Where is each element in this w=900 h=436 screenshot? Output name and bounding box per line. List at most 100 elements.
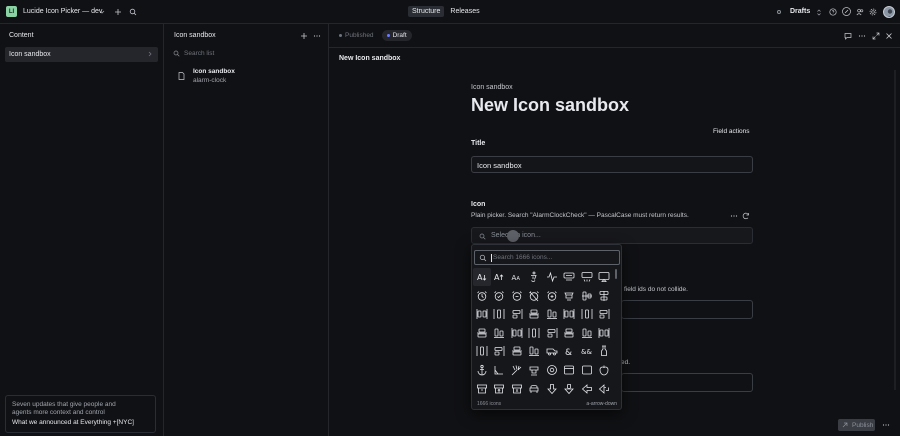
a-large-small-icon[interactable]: AA — [508, 268, 526, 286]
title-field[interactable]: Icon sandbox — [471, 156, 753, 173]
armchair-icon[interactable] — [543, 380, 561, 398]
app-window-mac-icon[interactable] — [596, 361, 614, 379]
close-icon[interactable] — [885, 32, 893, 40]
tab-releases[interactable]: Releases — [446, 6, 483, 17]
ampersands-icon[interactable]: && — [578, 342, 596, 360]
align-start-horizontal-icon[interactable] — [508, 324, 526, 342]
amphora-icon[interactable] — [596, 342, 614, 360]
arrow-big-down-icon[interactable] — [561, 380, 579, 398]
icon-search-input[interactable]: Search 1666 icons... — [474, 250, 620, 265]
publish-button[interactable]: Publish — [838, 419, 875, 431]
editor-scrollbar[interactable] — [894, 70, 896, 390]
plus-icon[interactable] — [114, 8, 122, 16]
align-center-vertical-icon[interactable] — [596, 287, 614, 305]
ambulance-icon[interactable] — [543, 342, 561, 360]
aperture-icon[interactable] — [561, 361, 579, 379]
announcement-card[interactable]: Seven updates that give people and agent… — [5, 395, 156, 433]
anvil-icon[interactable] — [543, 361, 561, 379]
partial-description: ed. — [621, 359, 631, 366]
field-actions-button[interactable]: Field actions — [713, 128, 750, 135]
align-horizontal-justify-start-icon[interactable] — [596, 305, 614, 323]
alarm-clock-icon[interactable] — [596, 268, 614, 286]
settings-icon[interactable] — [869, 8, 877, 16]
align-horizontal-justify-end-icon[interactable] — [578, 305, 596, 323]
accessibility-icon[interactable] — [526, 268, 544, 286]
arrow-big-left-icon[interactable] — [596, 380, 614, 398]
album-icon[interactable] — [561, 287, 579, 305]
more-horizontal-icon[interactable] — [730, 212, 738, 220]
app-window-icon[interactable] — [578, 361, 596, 379]
align-horizontal-space-around-icon[interactable] — [473, 324, 491, 342]
activity-icon[interactable] — [543, 268, 561, 286]
align-horizontal-space-between-icon[interactable] — [491, 324, 509, 342]
search-icon — [173, 50, 180, 57]
svg-text:A: A — [494, 273, 500, 282]
angry-icon[interactable] — [491, 361, 509, 379]
align-end-vertical-icon[interactable] — [491, 305, 509, 323]
align-vertical-justify-start-icon[interactable] — [491, 342, 509, 360]
a-arrow-down-icon[interactable]: A — [473, 268, 491, 286]
search-icon[interactable] — [129, 8, 137, 16]
align-center-horizontal-icon[interactable] — [578, 287, 596, 305]
align-vertical-distribute-end-icon[interactable] — [561, 324, 579, 342]
align-vertical-distribute-start-icon[interactable] — [578, 324, 596, 342]
more-horizontal-icon[interactable] — [313, 32, 321, 40]
align-horizontal-justify-center-icon[interactable] — [561, 305, 579, 323]
archive-restore-icon[interactable] — [508, 380, 526, 398]
align-horizontal-distribute-end-icon[interactable] — [526, 305, 544, 323]
comment-icon[interactable] — [844, 32, 852, 40]
icon-picker-input[interactable]: Select an icon... — [471, 227, 753, 244]
icon-picker-popover: Search 1666 icons... A A A A & && 1666 icons … — [471, 244, 622, 410]
align-vertical-space-around-icon[interactable] — [508, 342, 526, 360]
align-vertical-space-between-icon[interactable] — [526, 342, 544, 360]
align-horizontal-distribute-start-icon[interactable] — [543, 305, 561, 323]
app-logo[interactable]: LI — [6, 6, 17, 17]
expand-icon[interactable] — [872, 32, 880, 40]
alarm-clock-minus-icon[interactable] — [491, 287, 509, 305]
more-horizontal-icon[interactable] — [882, 421, 890, 429]
alarm-smoke-icon[interactable] — [543, 287, 561, 305]
sanity-icon[interactable] — [842, 7, 851, 16]
search-list-input[interactable]: Search list — [171, 48, 321, 60]
users-icon[interactable] — [856, 8, 864, 16]
anchor-icon[interactable] — [473, 361, 491, 379]
compose-icon[interactable] — [300, 32, 308, 40]
partial-field[interactable] — [621, 300, 753, 319]
align-end-horizontal-icon[interactable] — [473, 305, 491, 323]
align-vertical-justify-center-icon[interactable] — [596, 324, 614, 342]
archive-x-icon[interactable] — [526, 380, 544, 398]
reset-icon[interactable] — [742, 212, 750, 220]
tab-published[interactable]: Published — [334, 30, 379, 41]
a-arrow-up-icon[interactable]: A — [491, 268, 509, 286]
alarm-clock-check-icon[interactable] — [473, 287, 491, 305]
workspace-title[interactable]: Lucide Icon Picker — dev — [23, 8, 102, 15]
document-list-pane: Icon sandbox Search list Icon sandbox al… — [164, 24, 329, 436]
annoyed-icon[interactable] — [508, 361, 526, 379]
chevron-down-icon[interactable] — [99, 9, 105, 15]
align-start-vertical-icon[interactable] — [526, 324, 544, 342]
align-vertical-justify-end-icon[interactable] — [473, 342, 491, 360]
tab-structure[interactable]: Structure — [408, 6, 445, 17]
drafts-selector[interactable]: Drafts — [772, 5, 825, 19]
antenna-icon[interactable] — [526, 361, 544, 379]
sidebar-item-icon-sandbox[interactable]: Icon sandbox — [5, 47, 158, 62]
align-horizontal-distribute-center-icon[interactable] — [508, 305, 526, 323]
alarm-clock-off-icon[interactable] — [508, 287, 526, 305]
airplay-icon[interactable] — [578, 268, 596, 286]
ampersand-icon[interactable]: & — [561, 342, 579, 360]
alarm-clock-plus-icon[interactable] — [526, 287, 544, 305]
arrow-big-down-dash-icon[interactable] — [578, 380, 596, 398]
apple-icon[interactable] — [473, 380, 491, 398]
popover-scrollbar[interactable] — [615, 269, 617, 279]
announcement-link[interactable]: What we announced at Everything +[NYC] — [12, 418, 149, 427]
archive-icon[interactable] — [491, 380, 509, 398]
list-item[interactable]: Icon sandbox alarm-clock — [171, 66, 321, 88]
user-avatar[interactable] — [883, 6, 895, 18]
partial-field[interactable] — [621, 373, 753, 392]
align-vertical-distribute-center-icon[interactable] — [543, 324, 561, 342]
air-vent-icon[interactable] — [561, 268, 579, 286]
help-circle-icon[interactable] — [829, 8, 837, 16]
tab-draft[interactable]: Draft — [381, 30, 412, 41]
svg-text:A: A — [477, 273, 483, 282]
more-horizontal-icon[interactable] — [858, 32, 866, 40]
